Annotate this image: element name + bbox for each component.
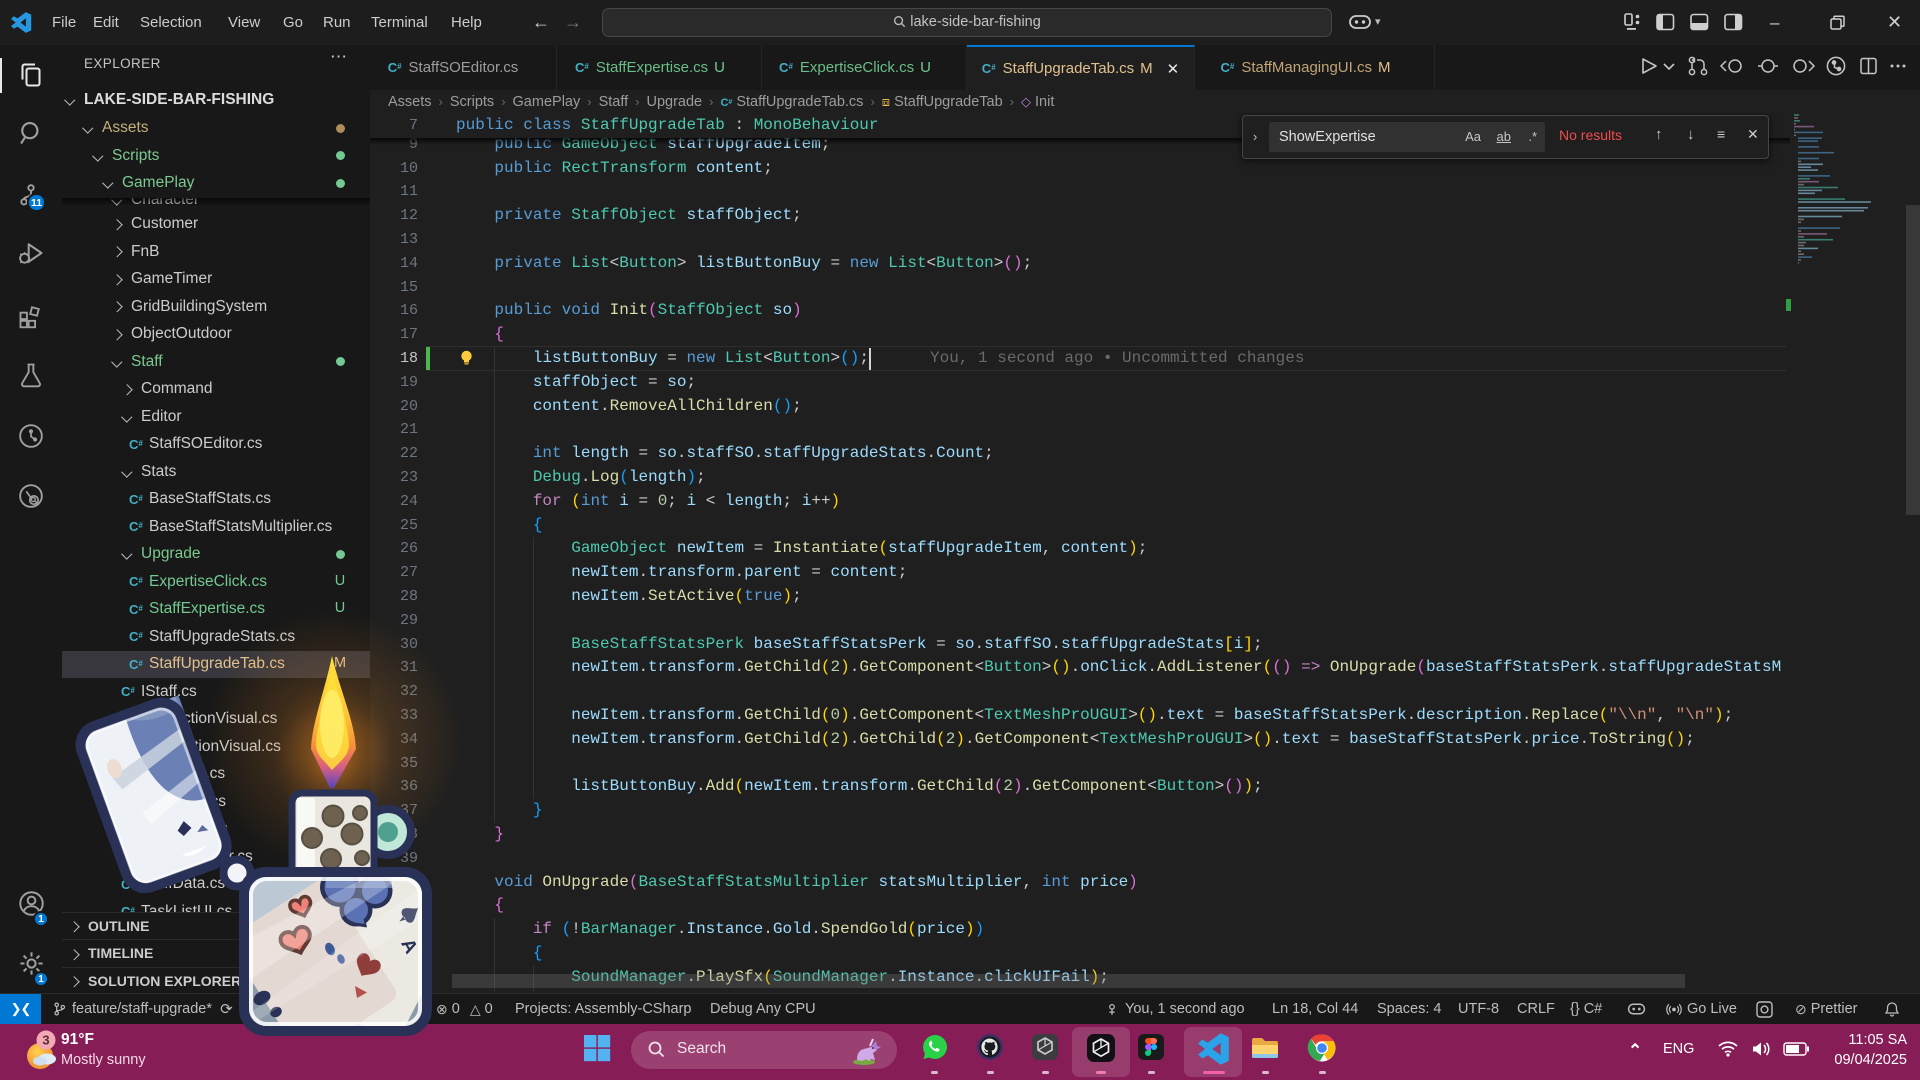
svg-text:3: 3 [42,1033,49,1048]
